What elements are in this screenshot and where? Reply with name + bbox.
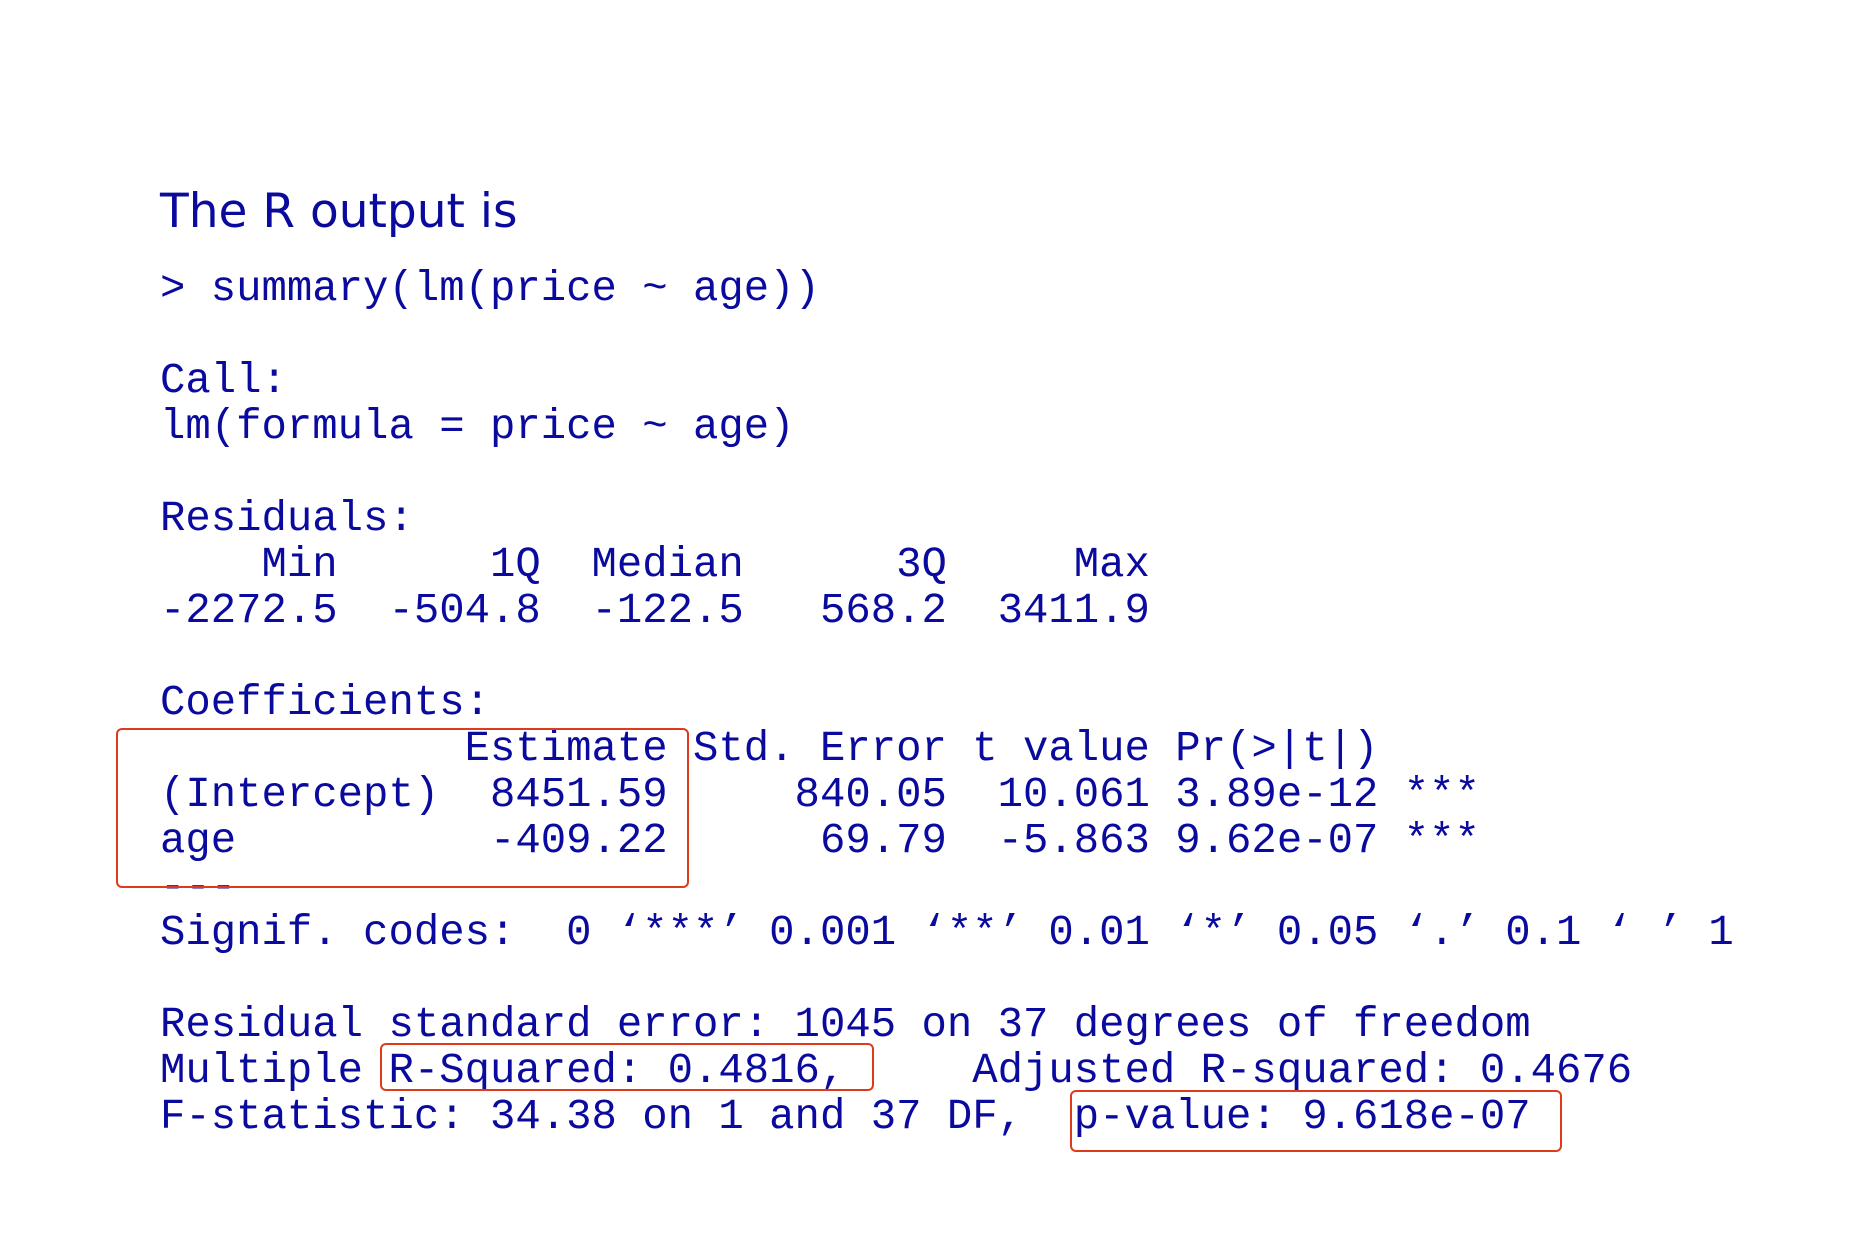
console-line-residuals-values: -2272.5 -504.8 -122.5 568.2 3411.9 <box>160 587 1150 635</box>
console-line-separator: --- <box>160 863 237 911</box>
console-line-residuals-label: Residuals: <box>160 495 414 543</box>
console-line-residual-std-error: Residual standard error: 1045 on 37 degr… <box>160 1001 1531 1049</box>
console-line-call-formula: lm(formula = price ~ age) <box>160 403 795 451</box>
console-line-age-row: age -409.22 69.79 -5.863 9.62e-07 *** <box>160 817 1480 865</box>
console-line-blank <box>160 634 1734 680</box>
console-line-r-squared: Multiple R-Squared: 0.4816, Adjusted R-s… <box>160 1047 1633 1095</box>
console-line-signif-codes: Signif. codes: 0 ‘***’ 0.001 ‘**’ 0.01 ‘… <box>160 909 1734 957</box>
console-line-intercept-row: (Intercept) 8451.59 840.05 10.061 3.89e-… <box>160 771 1480 819</box>
console-line-call-label: Call: <box>160 357 287 405</box>
r-console-output: > summary(lm(price ~ age)) Call: lm(formul… <box>160 266 1734 1140</box>
console-line-blank <box>160 312 1734 358</box>
console-line-command: > summary(lm(price ~ age)) <box>160 265 820 313</box>
console-line-blank <box>160 450 1734 496</box>
console-line-coefficients-header: Estimate Std. Error t value Pr(>|t|) <box>160 725 1379 773</box>
slide-heading: The R output is <box>160 184 518 239</box>
console-line-blank <box>160 956 1734 1002</box>
console-line-f-statistic: F-statistic: 34.38 on 1 and 37 DF, p-val… <box>160 1093 1531 1141</box>
console-line-residuals-header: Min 1Q Median 3Q Max <box>160 541 1150 589</box>
console-line-coefficients-label: Coefficients: <box>160 679 490 727</box>
